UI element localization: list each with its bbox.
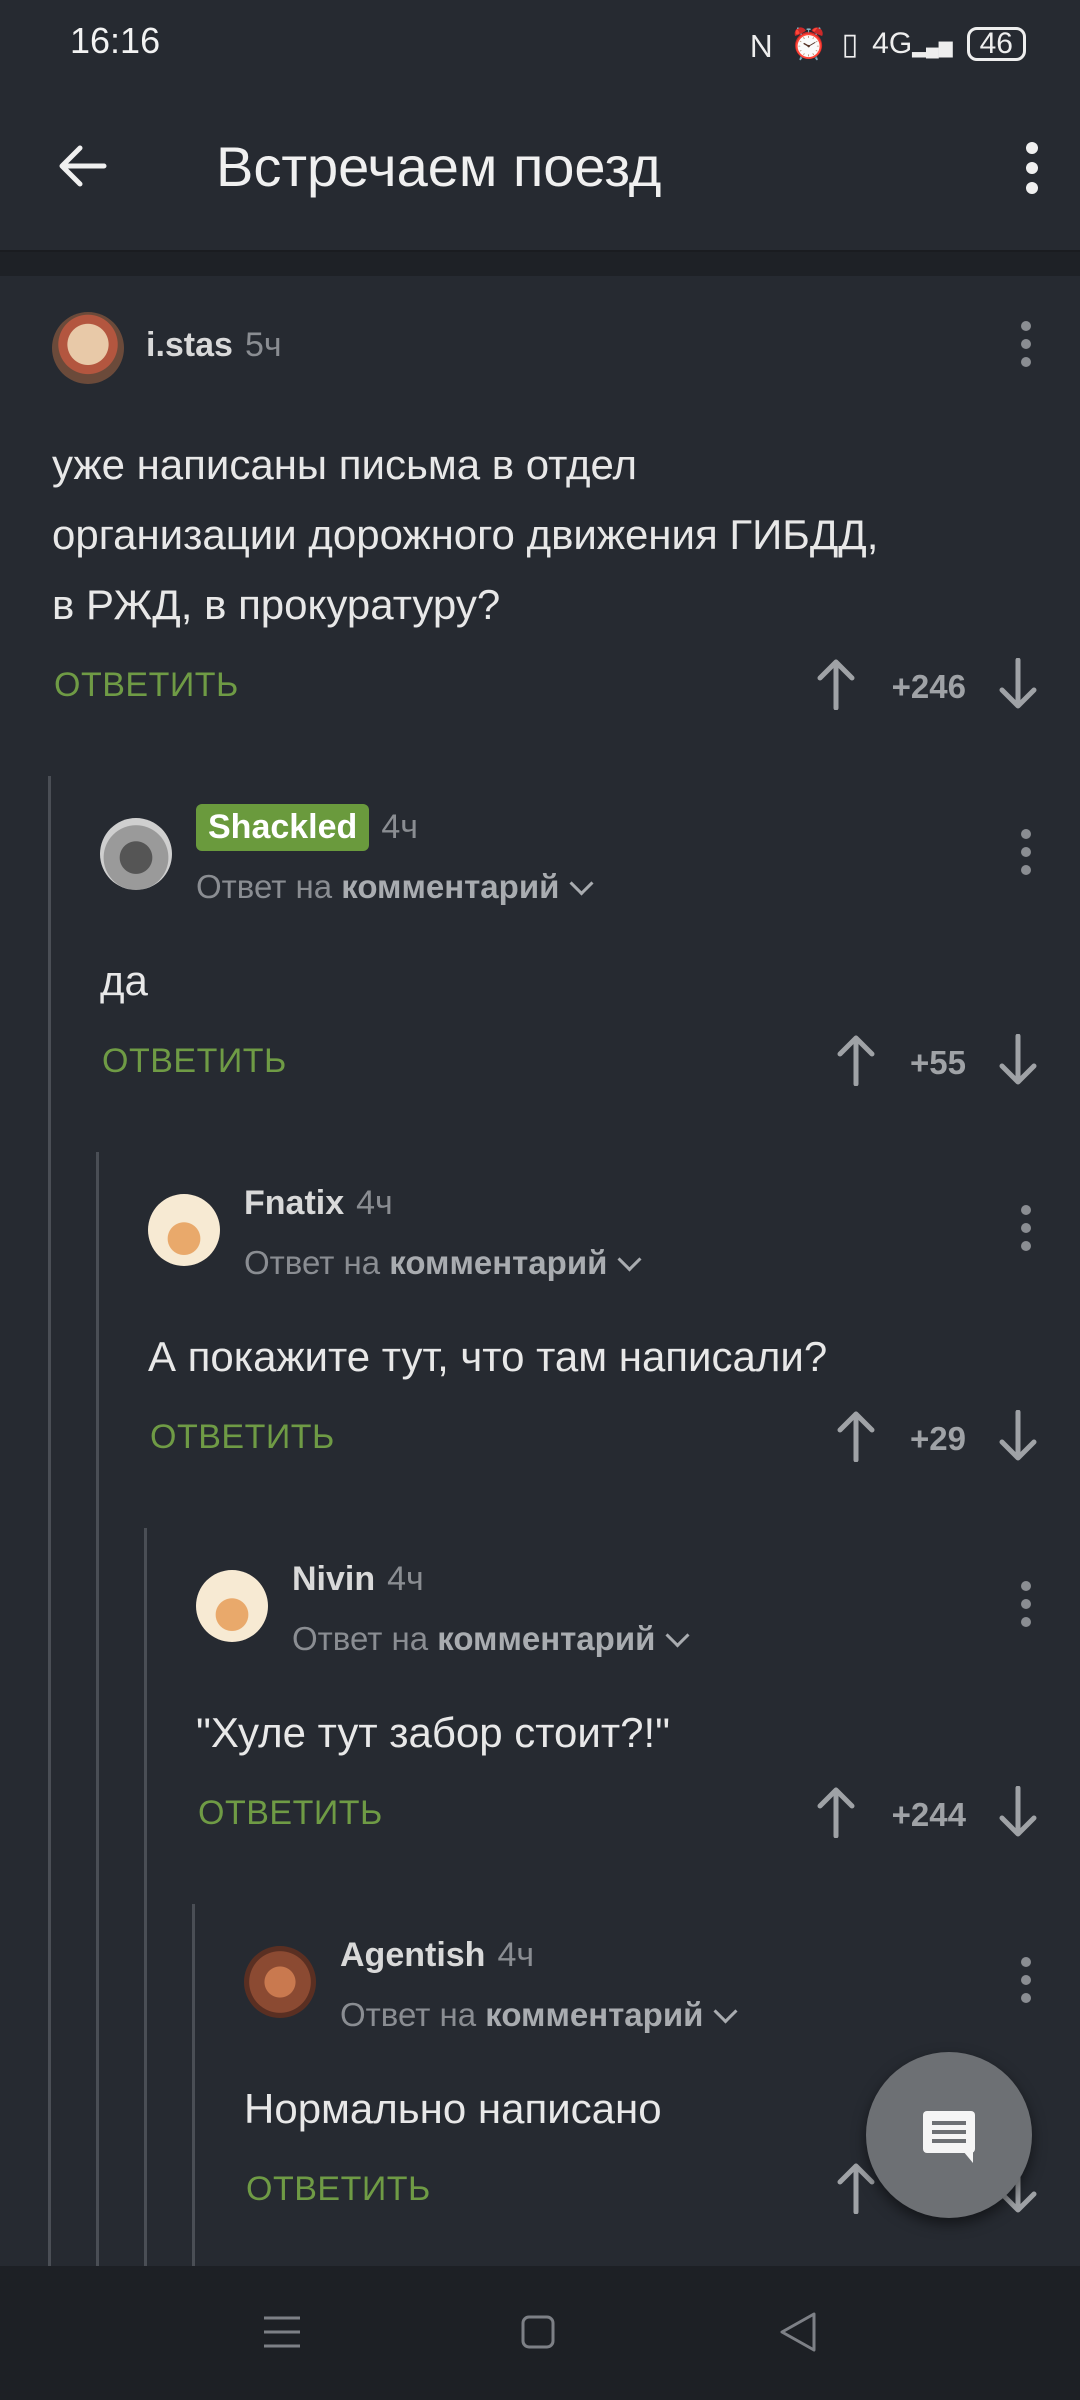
downvote-arrow-icon[interactable]	[998, 1410, 1038, 1462]
chevron-down-icon	[665, 1623, 690, 1648]
reply-button[interactable]: ОТВЕТИТЬ	[150, 1418, 335, 1457]
avatar[interactable]	[148, 1194, 220, 1266]
comment-text: "Хуле тут забор стоит?!"	[196, 1709, 671, 1756]
page-title: Встречаем поезд	[216, 135, 662, 198]
thread-line	[192, 1904, 195, 2266]
vibrate-icon: ▯	[841, 27, 859, 61]
reply-button[interactable]: ОТВЕТИТЬ	[246, 2170, 431, 2209]
username[interactable]: Shackled 4ч	[196, 804, 418, 851]
reply-button[interactable]: ОТВЕТИТЬ	[102, 1042, 287, 1081]
downvote-arrow-icon[interactable]	[998, 1786, 1038, 1838]
username[interactable]: Nivin 4ч	[292, 1560, 424, 1599]
more-vert-icon[interactable]	[1024, 142, 1040, 194]
upvote-arrow-icon[interactable]	[836, 2162, 876, 2214]
comment-time: 4ч	[497, 1936, 535, 1974]
chevron-down-icon	[713, 1999, 738, 2024]
comment-time: 4ч	[356, 1184, 393, 1222]
system-nav-bar	[0, 2266, 1080, 2400]
reply-to[interactable]: Ответ на комментарий	[292, 1620, 690, 1658]
upvote-arrow-icon[interactable]	[836, 1410, 876, 1462]
score: +29	[910, 1420, 966, 1457]
comment-text: уже написаны письма в отдел организации …	[52, 441, 879, 628]
more-vert-icon[interactable]	[1020, 320, 1032, 368]
nav-menu-icon[interactable]	[262, 2314, 302, 2350]
upvote-arrow-icon[interactable]	[816, 1786, 856, 1838]
username[interactable]: Agentish 4ч	[340, 1936, 534, 1975]
more-vert-icon[interactable]	[1020, 1956, 1032, 2004]
score: +244	[891, 1796, 966, 1833]
signal-icon: 4G▂▄▆	[872, 27, 953, 60]
battery-icon: 46	[966, 27, 1026, 61]
thread-line	[48, 776, 51, 2266]
downvote-arrow-icon[interactable]	[998, 658, 1038, 710]
reply-to[interactable]: Ответ на комментарий	[244, 1244, 642, 1282]
reply-to[interactable]: Ответ на комментарий	[340, 1996, 738, 2034]
thread-line	[96, 1152, 99, 2266]
comment-text: А покажите тут, что там написали?	[148, 1333, 828, 1380]
score: +246	[891, 668, 966, 705]
nav-back-icon[interactable]	[778, 2310, 818, 2354]
comment-icon	[923, 2111, 975, 2163]
reply-to[interactable]: Ответ на комментарий	[196, 868, 594, 906]
comment-time: 5ч	[244, 326, 282, 364]
username[interactable]: Fnatix 4ч	[244, 1184, 393, 1223]
upvote-arrow-icon[interactable]	[816, 658, 856, 710]
score: +55	[910, 1044, 966, 1081]
alarm-icon: ⏰	[790, 27, 828, 61]
status-bar: 16:16 Ｎ ⏰ ▯ 4G▂▄▆ 46	[0, 0, 1080, 84]
avatar[interactable]	[52, 312, 124, 384]
reply-button[interactable]: ОТВЕТИТЬ	[198, 1794, 383, 1833]
more-vert-icon[interactable]	[1020, 1580, 1032, 1628]
username[interactable]: i.stas 5ч	[146, 326, 282, 365]
nfc-icon: Ｎ	[746, 31, 777, 64]
nav-home-icon[interactable]	[520, 2314, 556, 2350]
comment-text: Нормально написано	[244, 2085, 662, 2132]
back-arrow-icon[interactable]	[56, 140, 108, 192]
thread-line	[144, 1528, 147, 2266]
new-comment-button[interactable]	[866, 2052, 1032, 2218]
downvote-arrow-icon[interactable]	[998, 1034, 1038, 1086]
status-icons: Ｎ ⏰ ▯ 4G▂▄▆ 46	[746, 22, 1026, 66]
comment-text: да	[100, 957, 148, 1004]
divider	[0, 252, 1080, 276]
status-time: 16:16	[70, 20, 161, 61]
comment-time: 4ч	[381, 808, 418, 846]
chevron-down-icon	[569, 871, 594, 896]
app-bar: Встречаем поезд	[0, 84, 1080, 250]
avatar[interactable]	[196, 1570, 268, 1642]
avatar[interactable]	[100, 818, 172, 890]
more-vert-icon[interactable]	[1020, 1204, 1032, 1252]
upvote-arrow-icon[interactable]	[836, 1034, 876, 1086]
chevron-down-icon	[617, 1247, 642, 1272]
avatar[interactable]	[244, 1946, 316, 2018]
more-vert-icon[interactable]	[1020, 828, 1032, 876]
reply-button[interactable]: ОТВЕТИТЬ	[54, 666, 239, 705]
comment-time: 4ч	[387, 1560, 424, 1598]
